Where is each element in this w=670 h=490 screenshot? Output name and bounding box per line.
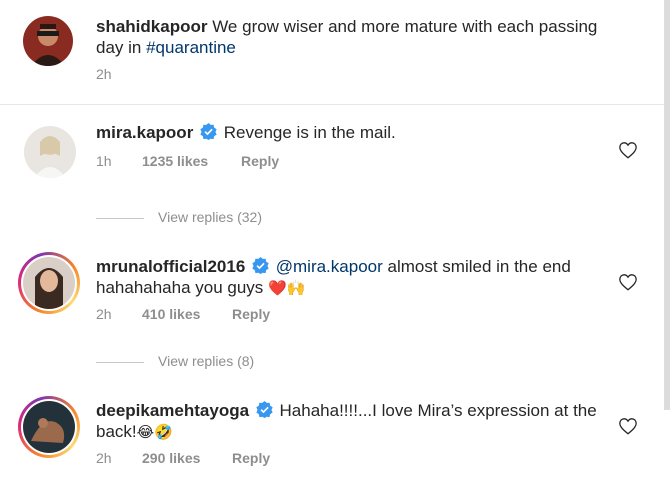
- heart-outline-icon[interactable]: [618, 141, 638, 159]
- comment-text: deepikamehtayoga Hahaha!!!!...I love Mir…: [96, 400, 616, 443]
- heart-outline-icon[interactable]: [618, 417, 638, 435]
- comment-time: 2h: [96, 450, 112, 466]
- verified-badge-icon: [256, 401, 273, 418]
- comment-time: 1h: [96, 153, 112, 169]
- story-ring[interactable]: [18, 252, 80, 314]
- story-ring[interactable]: [18, 396, 80, 458]
- comment-body: Revenge is in the mail.: [223, 123, 396, 142]
- comment-likes[interactable]: 410 likes: [142, 306, 200, 322]
- avatar-mrunalofficial2016: [23, 257, 75, 309]
- avatar-shahidkapoor[interactable]: [23, 16, 73, 66]
- comment-body: almost smiled in the end: [382, 257, 571, 276]
- comment-likes[interactable]: 1235 likes: [142, 153, 208, 169]
- post-caption: shahidkapoor We grow wiser and more matu…: [0, 0, 664, 105]
- caption-username[interactable]: shahidkapoor: [96, 17, 207, 36]
- verified-badge-icon: [252, 257, 269, 274]
- comment-text: mira.kapoor Revenge is in the mail.: [96, 122, 616, 143]
- emoji-heart-raised-hands: ❤️🙌: [268, 279, 306, 297]
- caption-text: shahidkapoor We grow wiser and more matu…: [96, 16, 616, 58]
- comment-body: Hahaha!!!!...I love Mira’s expression at…: [279, 401, 597, 420]
- scrollbar[interactable]: [664, 0, 670, 410]
- comment-username[interactable]: mira.kapoor: [96, 123, 193, 142]
- comment-body-line2: back!: [96, 422, 137, 441]
- avatar-mira-kapoor[interactable]: [24, 126, 76, 178]
- comment-username[interactable]: mrunalofficial2016: [96, 257, 245, 276]
- view-replies-label[interactable]: View replies (32): [158, 209, 262, 225]
- verified-badge-icon: [200, 123, 217, 140]
- emoji-laughing: 😂🤣: [136, 423, 173, 441]
- comment-likes[interactable]: 290 likes: [142, 450, 200, 466]
- comment-username[interactable]: deepikamehtayoga: [96, 401, 249, 420]
- divider-line: [96, 361, 144, 363]
- view-replies-button[interactable]: View replies (8): [96, 353, 254, 369]
- reply-button[interactable]: Reply: [241, 153, 279, 169]
- mention-link[interactable]: @mira.kapoor: [276, 257, 383, 276]
- comment-time: 2h: [96, 306, 112, 322]
- reply-button[interactable]: Reply: [232, 450, 270, 466]
- view-replies-label[interactable]: View replies (8): [158, 353, 254, 369]
- hashtag-link[interactable]: #quarantine: [146, 38, 236, 57]
- view-replies-button[interactable]: View replies (32): [96, 209, 262, 225]
- heart-outline-icon[interactable]: [618, 273, 638, 291]
- caption-time: 2h: [96, 66, 112, 82]
- divider-line: [96, 217, 144, 219]
- avatar-deepikamehtayoga: [23, 401, 75, 453]
- comment-text: mrunalofficial2016 @mira.kapoor almost s…: [96, 256, 616, 299]
- comment-body-line2: hahahahaha you guys: [96, 278, 269, 297]
- reply-button[interactable]: Reply: [232, 306, 270, 322]
